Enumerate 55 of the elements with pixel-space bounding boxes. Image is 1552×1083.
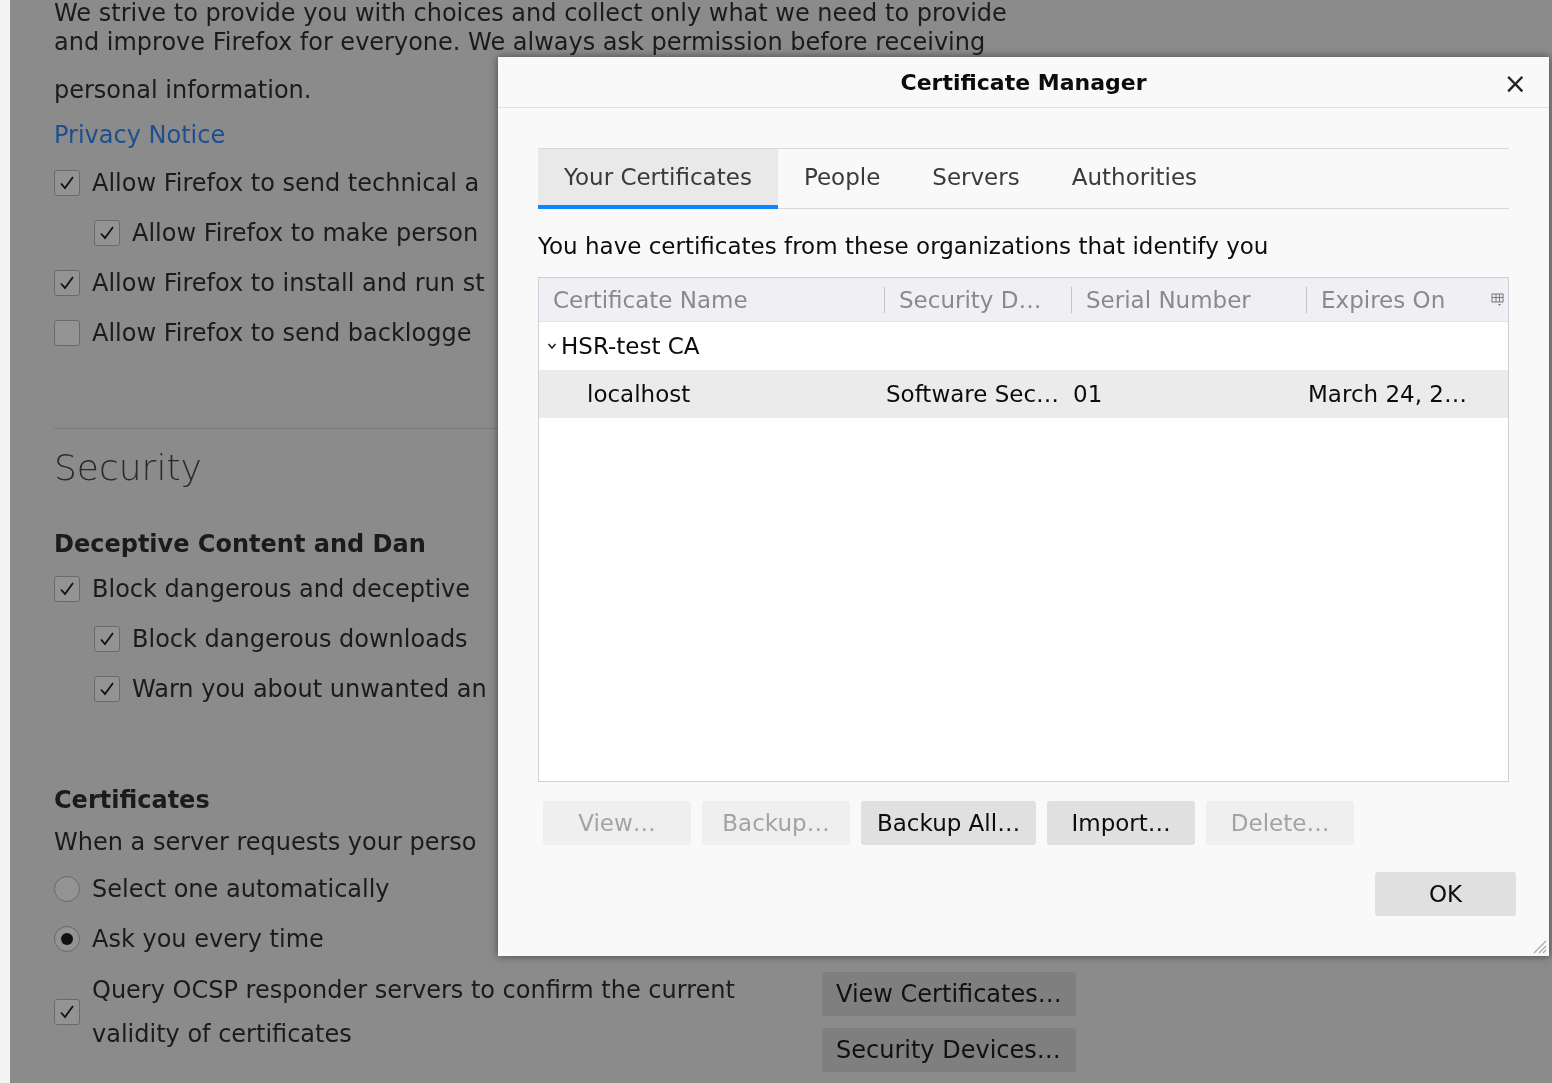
paragraph-line: personal information. — [54, 75, 312, 106]
section-heading: Security — [54, 447, 202, 488]
checkbox[interactable] — [54, 999, 80, 1025]
checkbox[interactable] — [94, 626, 120, 652]
close-button[interactable]: × — [1499, 67, 1531, 100]
radio-button[interactable] — [54, 926, 80, 952]
table-cell-text: Software Sec… — [885, 381, 1061, 407]
checkbox-label: Query OCSP responder servers to confirm the current validity of certificates — [92, 975, 736, 1050]
tab[interactable]: Servers — [906, 149, 1046, 209]
checkmark-icon — [59, 275, 75, 291]
paragraph-line: and improve Firefox for everyone. We always ask permission before receiving — [54, 27, 986, 58]
table-cell-text: 01 — [1072, 381, 1104, 407]
chevron-down-icon[interactable] — [547, 341, 557, 351]
checkmark-icon — [59, 175, 75, 191]
subsection-heading: Certificates — [54, 785, 210, 816]
column-picker-icon[interactable] — [1490, 292, 1505, 307]
tab[interactable]: Authorities — [1045, 149, 1224, 209]
group-label: HSR-test CA — [561, 333, 700, 359]
checkbox[interactable] — [94, 220, 120, 246]
table-cell-text: localhost — [586, 381, 692, 407]
table-cell-text: March 24, 2… — [1307, 381, 1468, 407]
description-text: You have certificates from these organizations that identify you — [538, 233, 1269, 259]
checkbox[interactable] — [54, 576, 80, 602]
checkbox-label: Warn you about unwanted an — [132, 675, 487, 703]
radio-label: Select one automatically — [92, 875, 390, 903]
checkbox-label: Block dangerous downloads — [132, 625, 468, 653]
checkmark-icon — [99, 681, 115, 697]
checkbox-label: Allow Firefox to make person — [132, 219, 479, 247]
settings-button[interactable]: View Certificates… — [822, 972, 1076, 1016]
action-button[interactable]: Backup All… — [861, 801, 1037, 845]
window-title: Certificate Manager — [900, 69, 1147, 95]
checkmark-icon — [59, 581, 75, 597]
checkbox-label: Allow Firefox to install and run st — [92, 269, 485, 297]
checkbox[interactable] — [54, 170, 80, 196]
description-text: When a server requests your perso — [54, 827, 477, 858]
checkbox-label: Block dangerous and deceptive — [92, 575, 471, 603]
subsection-heading: Deceptive Content and Dan — [54, 529, 426, 560]
checkbox-label: Allow Firefox to send backlogge — [92, 319, 472, 347]
checkbox[interactable] — [94, 676, 120, 702]
checkmark-icon — [99, 631, 115, 647]
checkbox-label: Allow Firefox to send technical a — [92, 169, 480, 197]
tab[interactable]: Your Certificates — [538, 149, 778, 209]
settings-button[interactable]: Security Devices… — [822, 1028, 1076, 1072]
checkbox[interactable] — [54, 320, 80, 346]
tree-row[interactable]: localhost Software Sec… 01 March 24, 2… — [539, 370, 1508, 418]
radio-label: Ask you every time — [92, 925, 324, 953]
ok-button[interactable]: OK — [1375, 872, 1516, 916]
tree-row[interactable]: HSR-test CA — [539, 322, 1508, 370]
checkmark-icon — [99, 225, 115, 241]
checkbox[interactable] — [54, 270, 80, 296]
checkmark-icon — [59, 1004, 75, 1020]
paragraph-line: We strive to provide you with choices and collect only what we need to provide — [54, 0, 1007, 26]
action-button[interactable]: Import… — [1047, 801, 1196, 845]
tab[interactable]: People — [777, 149, 907, 209]
radio-button[interactable] — [54, 876, 80, 902]
